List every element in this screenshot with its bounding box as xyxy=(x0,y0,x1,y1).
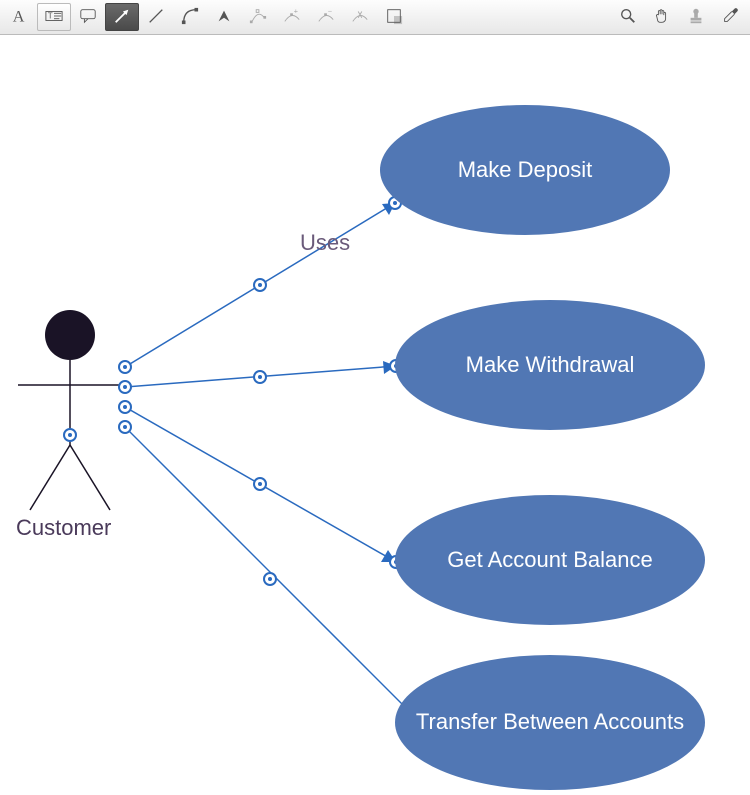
eyedropper-tool[interactable] xyxy=(713,3,747,31)
connector-4 xyxy=(119,421,434,736)
usecase-label: Make Withdrawal xyxy=(466,352,635,378)
svg-text:−: − xyxy=(328,7,332,15)
stamp-tool[interactable] xyxy=(679,3,713,31)
connector-3 xyxy=(119,401,402,568)
main-toolbar: A T + xyxy=(0,0,750,35)
usecase-label: Get Account Balance xyxy=(447,547,652,573)
usecase-label: Transfer Between Accounts xyxy=(416,709,684,735)
text-icon: A xyxy=(11,7,29,28)
arrow-icon xyxy=(113,7,131,28)
actor-figure xyxy=(18,310,122,510)
connector-1 xyxy=(119,197,401,373)
remove-anchor-icon: − xyxy=(317,7,335,28)
usecase-label: Make Deposit xyxy=(458,157,593,183)
line-tool[interactable] xyxy=(139,3,173,31)
connector-label[interactable]: Uses xyxy=(300,230,350,256)
usecase-transfer[interactable]: Transfer Between Accounts xyxy=(395,655,705,790)
diagram-canvas[interactable]: Customer Uses Make Deposit Make Withdraw… xyxy=(0,35,750,795)
zoom-icon xyxy=(619,7,637,28)
textbox-tool[interactable]: T xyxy=(37,3,71,31)
usecase-make-withdrawal[interactable]: Make Withdrawal xyxy=(395,300,705,430)
pen-icon xyxy=(215,7,233,28)
usecase-get-balance[interactable]: Get Account Balance xyxy=(395,495,705,625)
cut-path-tool[interactable] xyxy=(343,3,377,31)
actor-label[interactable]: Customer xyxy=(16,515,111,541)
usecase-make-deposit[interactable]: Make Deposit xyxy=(380,105,670,235)
add-anchor-tool[interactable]: + xyxy=(275,3,309,31)
svg-text:A: A xyxy=(13,7,25,25)
eyedropper-icon xyxy=(721,7,739,28)
stamp-icon xyxy=(687,7,705,28)
curve-icon xyxy=(181,7,199,28)
cut-path-icon xyxy=(351,7,369,28)
crop-icon xyxy=(385,7,403,28)
svg-text:T: T xyxy=(48,11,53,20)
actor-handle xyxy=(64,429,76,441)
svg-text:+: + xyxy=(294,7,298,15)
reshape-tool[interactable] xyxy=(241,3,275,31)
reshape-icon xyxy=(249,7,267,28)
zoom-tool[interactable] xyxy=(611,3,645,31)
callout-tool[interactable] xyxy=(71,3,105,31)
curve-tool[interactable] xyxy=(173,3,207,31)
connector-2 xyxy=(119,360,402,393)
add-anchor-icon: + xyxy=(283,7,301,28)
textbox-icon: T xyxy=(45,7,63,28)
callout-icon xyxy=(79,7,97,28)
line-icon xyxy=(147,7,165,28)
remove-anchor-tool[interactable]: − xyxy=(309,3,343,31)
crop-tool[interactable] xyxy=(377,3,411,31)
pan-tool[interactable] xyxy=(645,3,679,31)
pan-icon xyxy=(653,7,671,28)
text-tool[interactable]: A xyxy=(3,3,37,31)
pen-tool[interactable] xyxy=(207,3,241,31)
arrow-tool[interactable] xyxy=(105,3,139,31)
